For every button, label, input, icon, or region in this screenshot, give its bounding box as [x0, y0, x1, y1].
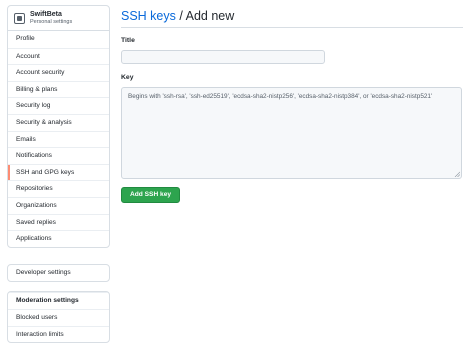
page-title: SSH keys / Add new — [121, 5, 463, 28]
resize-handle-icon[interactable] — [454, 171, 460, 177]
sidebar-item-developer-settings[interactable]: Developer settings — [8, 265, 109, 282]
account-name: SwiftBeta — [30, 11, 62, 19]
sidebar-item-interaction-limits[interactable]: Interaction limits — [8, 325, 109, 343]
sidebar-item-saved-replies[interactable]: Saved replies — [8, 213, 109, 231]
sidebar-item-repositories[interactable]: Repositories — [8, 180, 109, 197]
moderation-menu: Moderation settings Blocked users Intera… — [7, 291, 110, 344]
key-placeholder: Begins with 'ssh-rsa', 'ssh-ed25519', 'e… — [128, 93, 433, 100]
sidebar-item-account-security[interactable]: Account security — [8, 64, 109, 81]
sidebar-item-organizations[interactable]: Organizations — [8, 196, 109, 214]
account-subtitle: Personal settings — [30, 18, 73, 25]
title-input[interactable] — [121, 50, 325, 64]
sidebar-item-emails[interactable]: Emails — [8, 130, 109, 148]
sidebar-item-ssh-gpg-keys[interactable]: SSH and GPG keys — [8, 163, 109, 181]
sidebar-item-security-analysis[interactable]: Security & analysis — [8, 113, 109, 131]
sidebar-item-account[interactable]: Account — [8, 47, 109, 65]
moderation-heading: Moderation settings — [8, 292, 109, 309]
breadcrumb-ssh-keys[interactable]: SSH keys — [121, 9, 176, 23]
sidebar-item-notifications[interactable]: Notifications — [8, 147, 109, 164]
key-textarea[interactable]: Begins with 'ssh-rsa', 'ssh-ed25519', 'e… — [121, 87, 462, 179]
sidebar-item-security-log[interactable]: Security log — [8, 97, 109, 114]
settings-menu: SwiftBeta Personal settings Profile Acco… — [7, 5, 110, 248]
developer-menu: Developer settings — [7, 263, 110, 283]
key-label: Key — [121, 74, 134, 81]
sidebar-item-blocked-users[interactable]: Blocked users — [8, 308, 109, 326]
breadcrumb-separator: / — [175, 9, 186, 23]
settings-sidebar: SwiftBeta Personal settings Profile Acco… — [7, 5, 110, 344]
title-label: Title — [121, 37, 135, 44]
account-header: SwiftBeta Personal settings — [8, 6, 109, 31]
swiftbeta-logo-icon — [14, 12, 25, 24]
main-content: SSH keys / Add new Title Key Begins with… — [121, 5, 463, 203]
sidebar-item-billing[interactable]: Billing & plans — [8, 80, 109, 98]
page-title-text: Add new — [185, 9, 235, 23]
add-ssh-key-button[interactable]: Add SSH key — [121, 187, 181, 203]
sidebar-item-profile[interactable]: Profile — [8, 31, 109, 48]
sidebar-item-applications[interactable]: Applications — [8, 230, 109, 247]
